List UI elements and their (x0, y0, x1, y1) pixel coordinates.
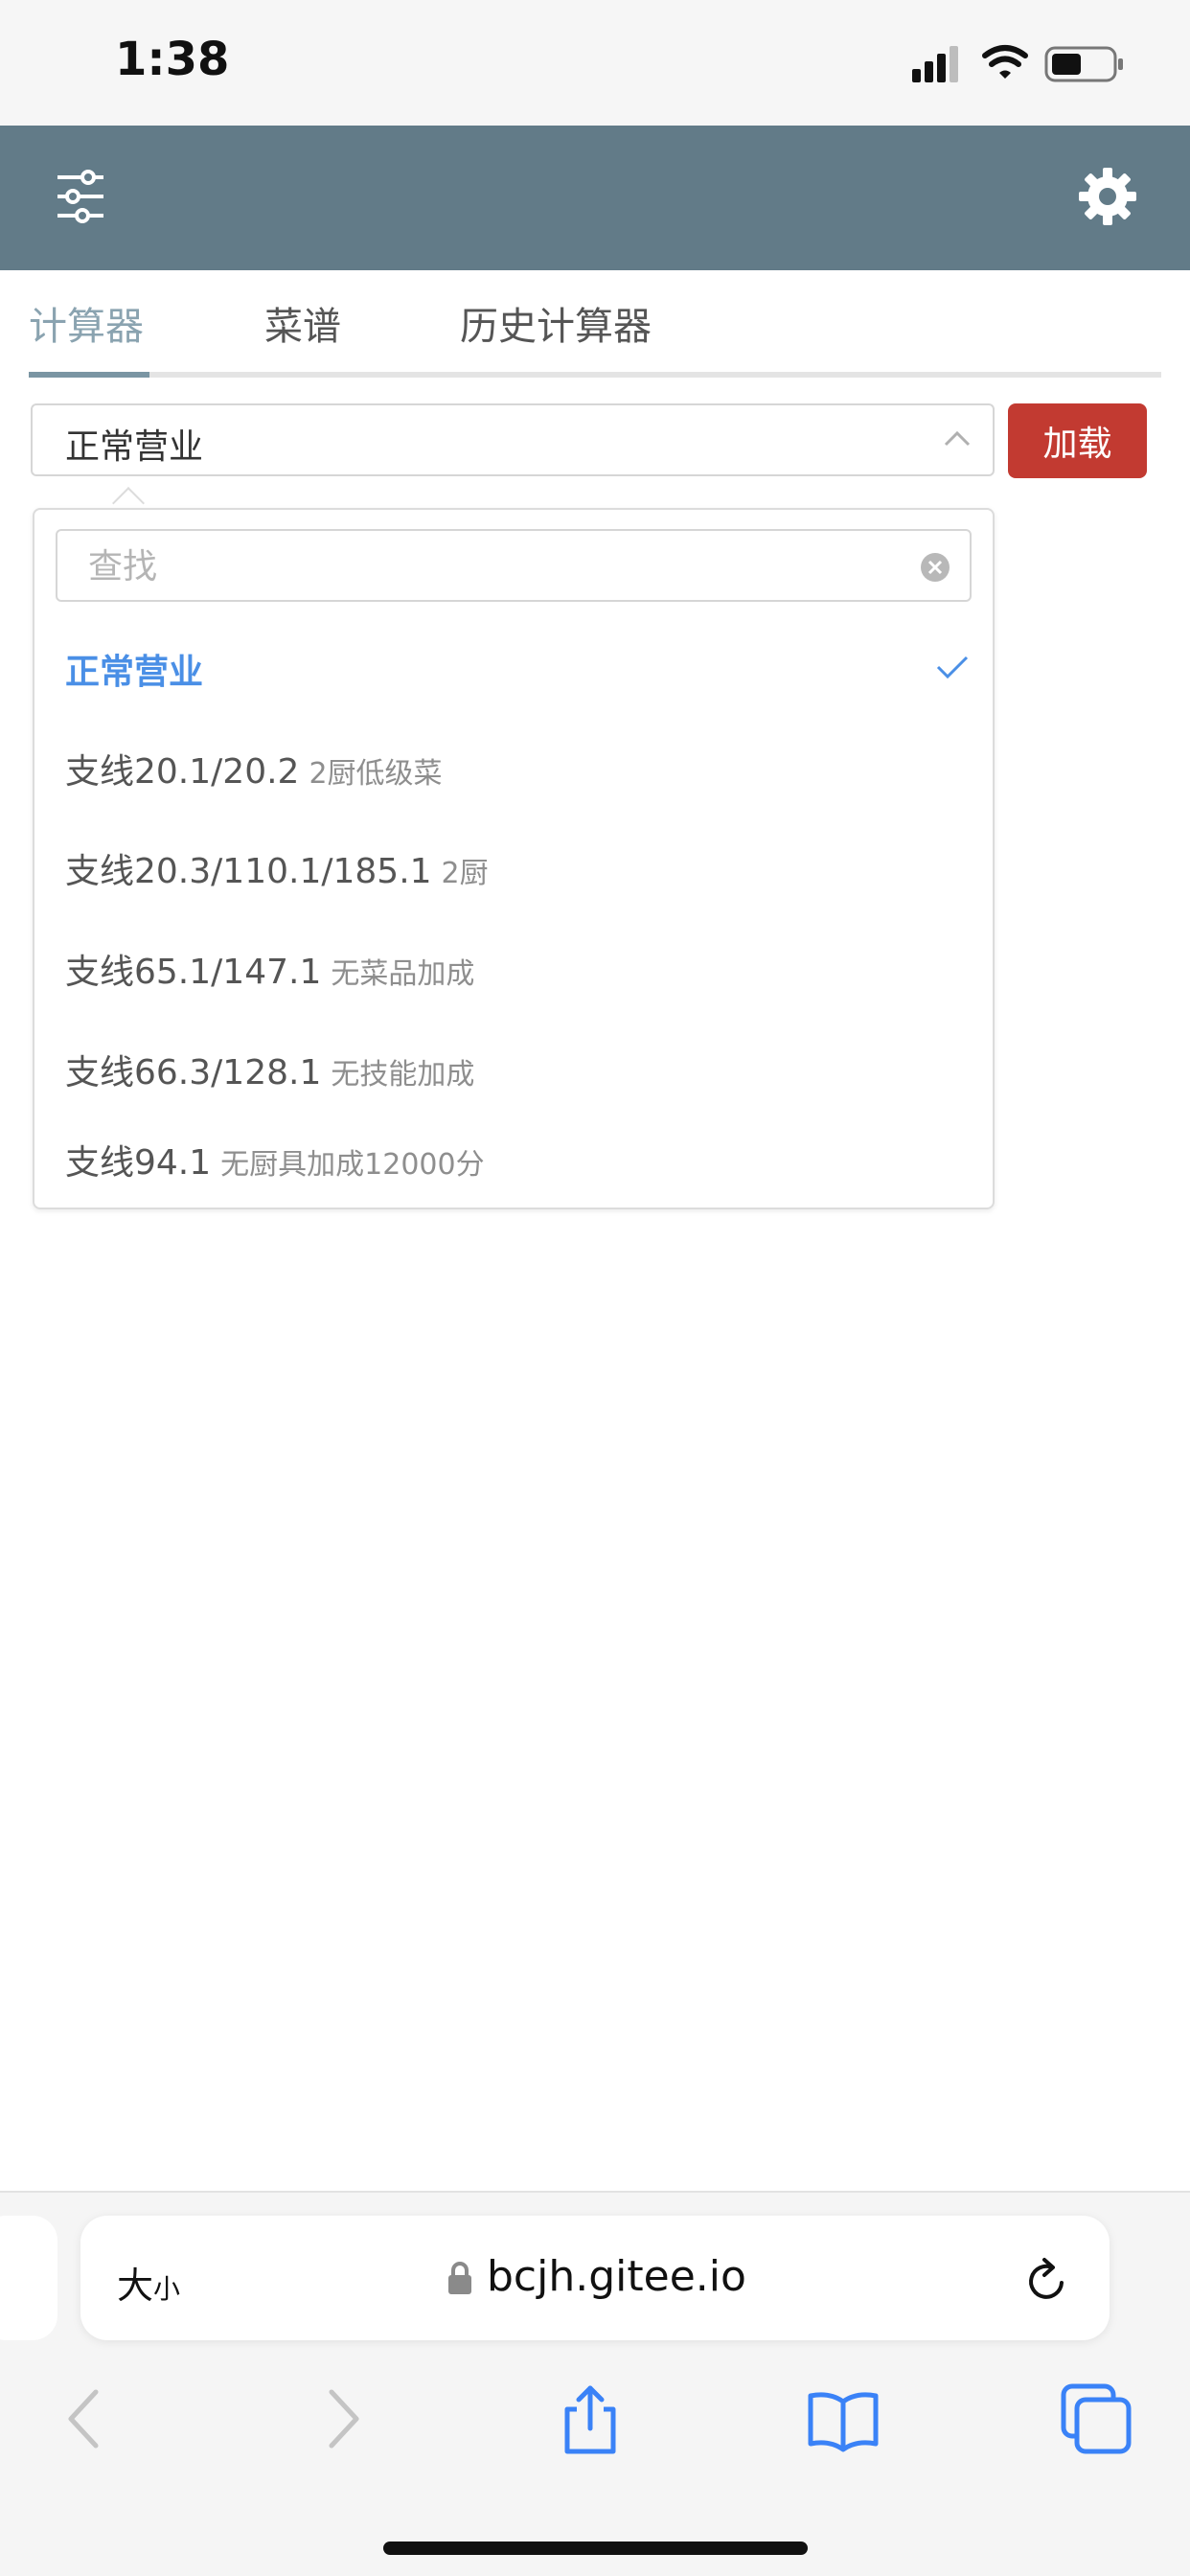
bookmarks-icon[interactable] (805, 2380, 881, 2457)
option-sublabel: 2厨低级菜 (309, 757, 443, 791)
option-item[interactable]: 支线66.3/128.1 无技能加成 (34, 1016, 993, 1116)
battery-icon (1044, 46, 1123, 82)
filter-sliders-icon[interactable] (54, 168, 107, 225)
back-icon[interactable] (48, 2380, 125, 2457)
gear-icon[interactable] (1077, 166, 1138, 227)
select-dropdown: 正常营业 支线20.1/20.2 2厨低级菜 支线20.3/110.1/185.1… (33, 508, 995, 1209)
option-sublabel: 2厨 (441, 857, 489, 890)
app-header (0, 126, 1190, 270)
reload-icon[interactable] (1023, 2254, 1071, 2306)
share-icon[interactable] (552, 2380, 629, 2457)
chevron-up-icon (944, 430, 971, 447)
option-item[interactable]: 支线94.1 无厨具加成12000分 (34, 1106, 993, 1206)
select-value: 正常营业 (65, 427, 204, 467)
option-label: 正常营业 (65, 653, 204, 692)
rule-select[interactable]: 正常营业 (31, 403, 995, 476)
lock-icon (448, 2262, 471, 2294)
status-bar: 1:38 (0, 0, 1190, 126)
text-size-button[interactable]: 大小 (117, 2256, 180, 2309)
previous-tab-card[interactable] (0, 2216, 57, 2340)
load-button[interactable]: 加载 (1008, 403, 1147, 478)
option-item[interactable]: 正常营业 (34, 615, 993, 715)
check-icon (936, 656, 969, 679)
status-icons (912, 42, 1133, 84)
home-indicator (383, 2542, 808, 2555)
url-text[interactable]: bcjh.gitee.io (487, 2252, 746, 2301)
status-time: 1:38 (115, 33, 230, 86)
tab-calculator[interactable]: 计算器 (29, 295, 144, 351)
option-label: 支线66.3/128.1 (65, 1053, 322, 1092)
option-label: 支线94.1 (65, 1143, 212, 1183)
option-sublabel: 无技能加成 (331, 1058, 475, 1092)
option-sublabel: 无厨具加成12000分 (220, 1148, 485, 1182)
clear-icon[interactable] (920, 552, 950, 583)
option-label: 支线20.1/20.2 (65, 752, 300, 792)
search-field (56, 529, 972, 602)
option-item[interactable]: 支线20.3/110.1/185.1 2厨 (34, 815, 993, 914)
tab-history-calculator[interactable]: 历史计算器 (460, 295, 652, 351)
search-input[interactable] (86, 540, 876, 592)
option-label: 支线65.1/147.1 (65, 953, 322, 992)
address-bar[interactable]: 大小 bcjh.gitee.io (80, 2216, 1110, 2340)
option-label: 支线20.3/110.1/185.1 (65, 852, 432, 891)
tab-recipes[interactable]: 菜谱 (264, 295, 341, 351)
option-sublabel: 无菜品加成 (331, 957, 475, 991)
browser-toolbar: 大小 bcjh.gitee.io (0, 2191, 1190, 2576)
option-item[interactable]: 支线65.1/147.1 无菜品加成 (34, 915, 993, 1015)
wifi-icon (982, 45, 1028, 79)
tab-track (29, 372, 1161, 378)
cellular-signal-icon (912, 46, 958, 82)
option-item[interactable]: 支线20.1/20.2 2厨低级菜 (34, 715, 993, 815)
tabs-icon[interactable] (1058, 2380, 1134, 2457)
tab-bar: 计算器 菜谱 历史计算器 (29, 270, 1161, 380)
tab-active-indicator (29, 372, 149, 378)
forward-icon[interactable] (303, 2380, 379, 2457)
page: 1:38 计算器 菜谱 历史计算器 正常营业 加载 查找 正常营业 支线20.1… (0, 0, 1190, 2576)
